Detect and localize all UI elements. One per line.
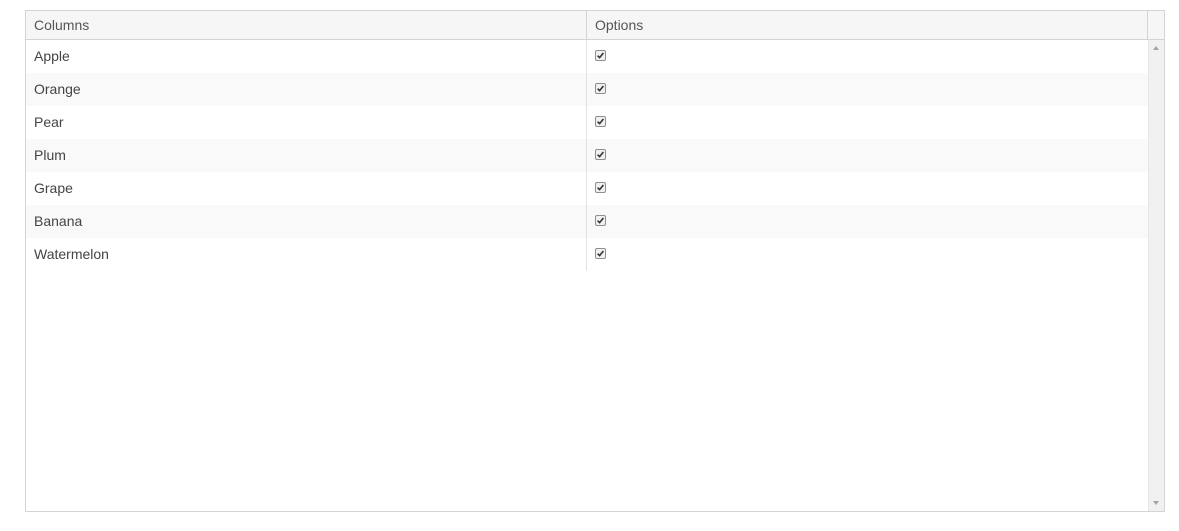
- row-label: Plum: [26, 139, 587, 172]
- table-row[interactable]: Orange: [26, 73, 1148, 106]
- option-checkbox[interactable]: [595, 83, 606, 94]
- row-option-cell: [587, 205, 1148, 238]
- row-label: Banana: [26, 205, 587, 238]
- table-row[interactable]: Banana: [26, 205, 1148, 238]
- arrow-down-icon[interactable]: [1153, 501, 1159, 505]
- option-checkbox[interactable]: [595, 149, 606, 160]
- checkmark-icon: [597, 52, 605, 59]
- checkmark-icon: [597, 217, 605, 224]
- checkmark-icon: [597, 151, 605, 158]
- table-row[interactable]: Plum: [26, 139, 1148, 172]
- checkmark-icon: [597, 85, 605, 92]
- option-checkbox[interactable]: [595, 116, 606, 127]
- row-label: Grape: [26, 172, 587, 205]
- option-checkbox[interactable]: [595, 182, 606, 193]
- grid-body: Apple Orange Pear Plum Grape Banana Wate…: [26, 40, 1148, 511]
- arrow-up-icon[interactable]: [1153, 46, 1159, 50]
- option-checkbox[interactable]: [595, 215, 606, 226]
- table-row[interactable]: Pear: [26, 106, 1148, 139]
- row-option-cell: [587, 73, 1148, 106]
- row-label: Orange: [26, 73, 587, 106]
- table-row[interactable]: Apple: [26, 40, 1148, 73]
- header-scroll-corner: [1148, 11, 1164, 39]
- row-label: Apple: [26, 40, 587, 73]
- row-option-cell: [587, 106, 1148, 139]
- row-option-cell: [587, 139, 1148, 172]
- header-options[interactable]: Options: [587, 11, 1148, 39]
- header-columns[interactable]: Columns: [26, 11, 587, 39]
- grid-header: Columns Options: [26, 11, 1164, 40]
- row-label: Watermelon: [26, 238, 587, 271]
- vertical-scrollbar[interactable]: [1148, 40, 1164, 511]
- options-grid: Columns Options Apple Orange Pear Plum G…: [25, 10, 1165, 512]
- row-option-cell: [587, 238, 1148, 271]
- row-option-cell: [587, 172, 1148, 205]
- table-row[interactable]: Grape: [26, 172, 1148, 205]
- checkmark-icon: [597, 118, 605, 125]
- checkmark-icon: [597, 184, 605, 191]
- option-checkbox[interactable]: [595, 248, 606, 259]
- table-row[interactable]: Watermelon: [26, 238, 1148, 271]
- checkmark-icon: [597, 250, 605, 257]
- row-label: Pear: [26, 106, 587, 139]
- option-checkbox[interactable]: [595, 50, 606, 61]
- row-option-cell: [587, 40, 1148, 73]
